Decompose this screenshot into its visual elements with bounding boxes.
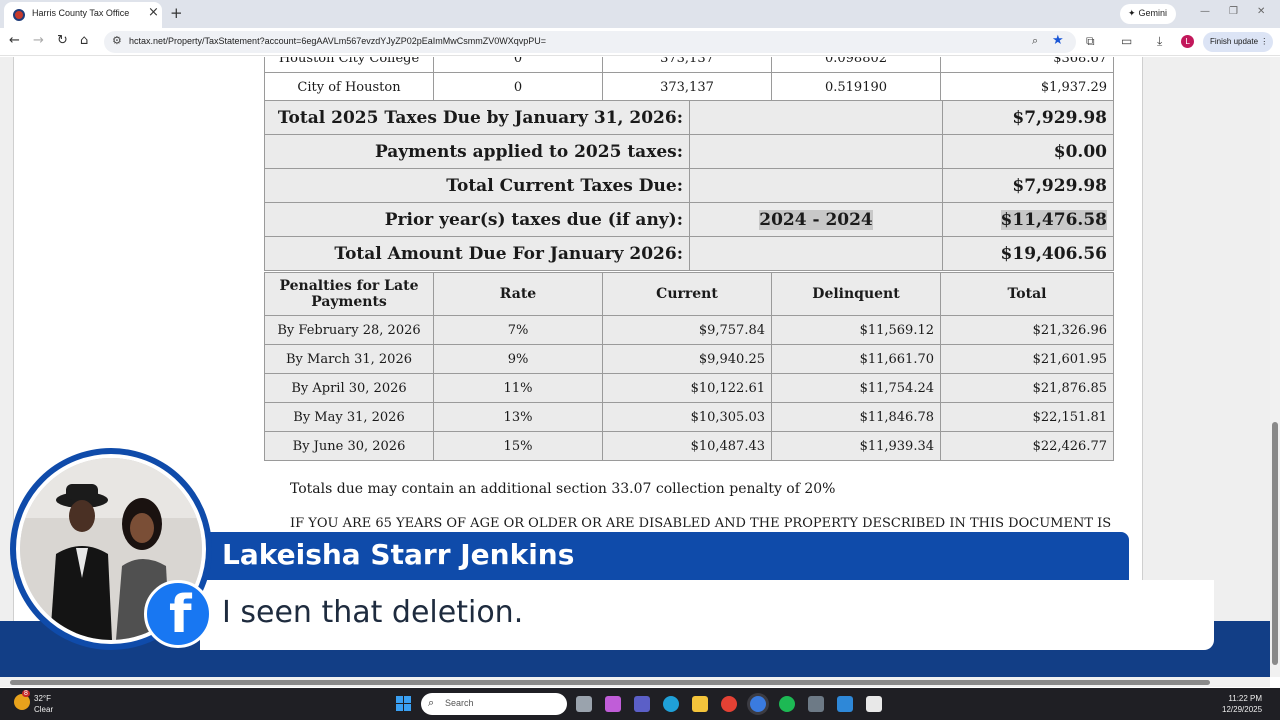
site-info-icon[interactable]: ⚙ — [112, 34, 122, 47]
app-icon[interactable] — [837, 696, 853, 712]
close-window-button[interactable]: ✕ — [1257, 6, 1265, 17]
browser-tab[interactable]: Harris County Tax Office × — [4, 2, 162, 28]
left-page-margin — [0, 57, 14, 677]
taskbar-search[interactable]: ⌕ Search — [421, 693, 567, 715]
entity-name: City of Houston — [265, 73, 433, 101]
teams-icon[interactable] — [634, 696, 650, 712]
tax-entity-table: Houston City College 0 373,137 0.098802 … — [264, 57, 1114, 102]
zoom-icon[interactable]: ⌕ — [1032, 34, 1038, 48]
penalties-table: Penalties for Late Payments Rate Current… — [264, 272, 1114, 461]
entity-name: Houston City College — [265, 57, 433, 72]
totals-table: Total 2025 Taxes Due by January 31, 2026… — [264, 100, 1114, 271]
weather-widget[interactable]: 32°F Clear — [34, 693, 53, 715]
profile-avatar[interactable]: L — [1181, 35, 1194, 48]
prior-year-range: 2024 - 2024 — [759, 209, 873, 230]
exemption-value: 0 — [434, 73, 602, 101]
table-row: Houston City College 0 373,137 0.098802 … — [265, 57, 1113, 72]
collection-penalty-note: Totals due may contain an additional sec… — [290, 481, 836, 497]
table-row: By March 31, 2026 9% $9,940.25 $11,661.7… — [265, 345, 1113, 373]
table-row: By May 31, 2026 13% $10,305.03 $11,846.7… — [265, 403, 1113, 431]
vertical-scroll-thumb[interactable] — [1272, 422, 1278, 665]
total-row: Total 2025 Taxes Due by January 31, 2026… — [265, 101, 1113, 134]
close-tab-icon[interactable]: × — [148, 5, 159, 20]
bookmark-star-icon[interactable]: ★ — [1052, 33, 1064, 48]
speaker-name: Lakeisha Starr Jenkins — [222, 538, 575, 571]
extensions-icon[interactable]: ⧉ — [1086, 34, 1095, 49]
home-button[interactable]: ⌂ — [80, 33, 88, 48]
taskbar: 8 32°F Clear ⌕ Search 11:22 PM 12/29/202… — [0, 688, 1280, 720]
start-button[interactable] — [396, 696, 412, 712]
table-row: By April 30, 2026 11% $10,122.61 $11,754… — [265, 374, 1113, 402]
back-button[interactable]: ← — [9, 33, 20, 48]
penalties-header: Penalties for Late Payments Rate Current… — [265, 273, 1113, 315]
chrome-active-icon[interactable] — [750, 696, 766, 712]
restore-button[interactable]: ❐ — [1229, 6, 1238, 17]
system-clock[interactable]: 11:22 PM 12/29/2025 — [1222, 693, 1262, 715]
forward-button[interactable]: → — [33, 33, 44, 48]
search-icon: ⌕ — [428, 696, 435, 709]
tab-search-icon[interactable]: ▭ — [1121, 34, 1132, 48]
browser-toolbar: ← → ↻ ⌂ ⚙ hctax.net/Property/TaxStatemen… — [0, 28, 1280, 56]
caption-box: I seen that deletion. — [200, 580, 1214, 650]
file-explorer-icon[interactable] — [692, 696, 708, 712]
caption-text: I seen that deletion. — [222, 595, 524, 630]
prior-year-amount: $11,476.58 — [1000, 209, 1107, 230]
table-row: By June 30, 2026 15% $10,487.43 $11,939.… — [265, 432, 1113, 460]
tab-strip: Harris County Tax Office × + ✦ Gemini — ❐… — [0, 0, 1280, 28]
gemini-spark-icon: ✦ — [1128, 8, 1136, 18]
tax-amount: $1,937.29 — [941, 73, 1113, 101]
calculator-icon[interactable] — [808, 696, 824, 712]
url-text[interactable]: hctax.net/Property/TaxStatement?account=… — [129, 36, 546, 46]
minimize-button[interactable]: — — [1200, 6, 1210, 17]
age-exemption-notice: IF YOU ARE 65 YEARS OF AGE OR OLDER OR A… — [290, 516, 1112, 531]
copilot-icon[interactable] — [605, 696, 621, 712]
table-row: By February 28, 2026 7% $9,757.84 $11,56… — [265, 316, 1113, 344]
tax-rate: 0.519190 — [772, 73, 940, 101]
chrome-icon[interactable] — [721, 696, 737, 712]
downloads-icon[interactable]: ⤓ — [1157, 34, 1162, 49]
finish-update-button[interactable]: Finish update ⋮ — [1203, 32, 1273, 52]
taxable-value: 373,137 — [603, 73, 771, 101]
address-bar[interactable]: ⚙ hctax.net/Property/TaxStatement?accoun… — [104, 31, 1076, 53]
reload-button[interactable]: ↻ — [57, 33, 68, 48]
page-viewport: Houston City College 0 373,137 0.098802 … — [0, 57, 1270, 677]
site-favicon-icon — [13, 9, 25, 21]
new-tab-button[interactable]: + — [170, 4, 183, 22]
tab-title: Harris County Tax Office — [32, 8, 130, 18]
gemini-button[interactable]: ✦ Gemini — [1120, 4, 1176, 24]
speaker-name-bar: Lakeisha Starr Jenkins — [200, 532, 1129, 580]
table-row: City of Houston 0 373,137 0.519190 $1,93… — [265, 73, 1113, 101]
weather-badge: 8 — [22, 690, 30, 697]
facebook-icon: f — [144, 580, 212, 648]
total-row: Total Amount Due For January 2026: $19,4… — [265, 237, 1113, 270]
task-view-icon[interactable] — [576, 696, 592, 712]
total-row: Total Current Taxes Due: $7,929.98 — [265, 169, 1113, 202]
spotify-icon[interactable] — [779, 696, 795, 712]
total-row: Payments applied to 2025 taxes: $0.00 — [265, 135, 1113, 168]
notepad-icon[interactable] — [866, 696, 882, 712]
horizontal-scroll-thumb[interactable] — [10, 680, 1210, 685]
prior-year-row: Prior year(s) taxes due (if any): 2024 -… — [265, 203, 1113, 236]
edge-icon[interactable] — [663, 696, 679, 712]
